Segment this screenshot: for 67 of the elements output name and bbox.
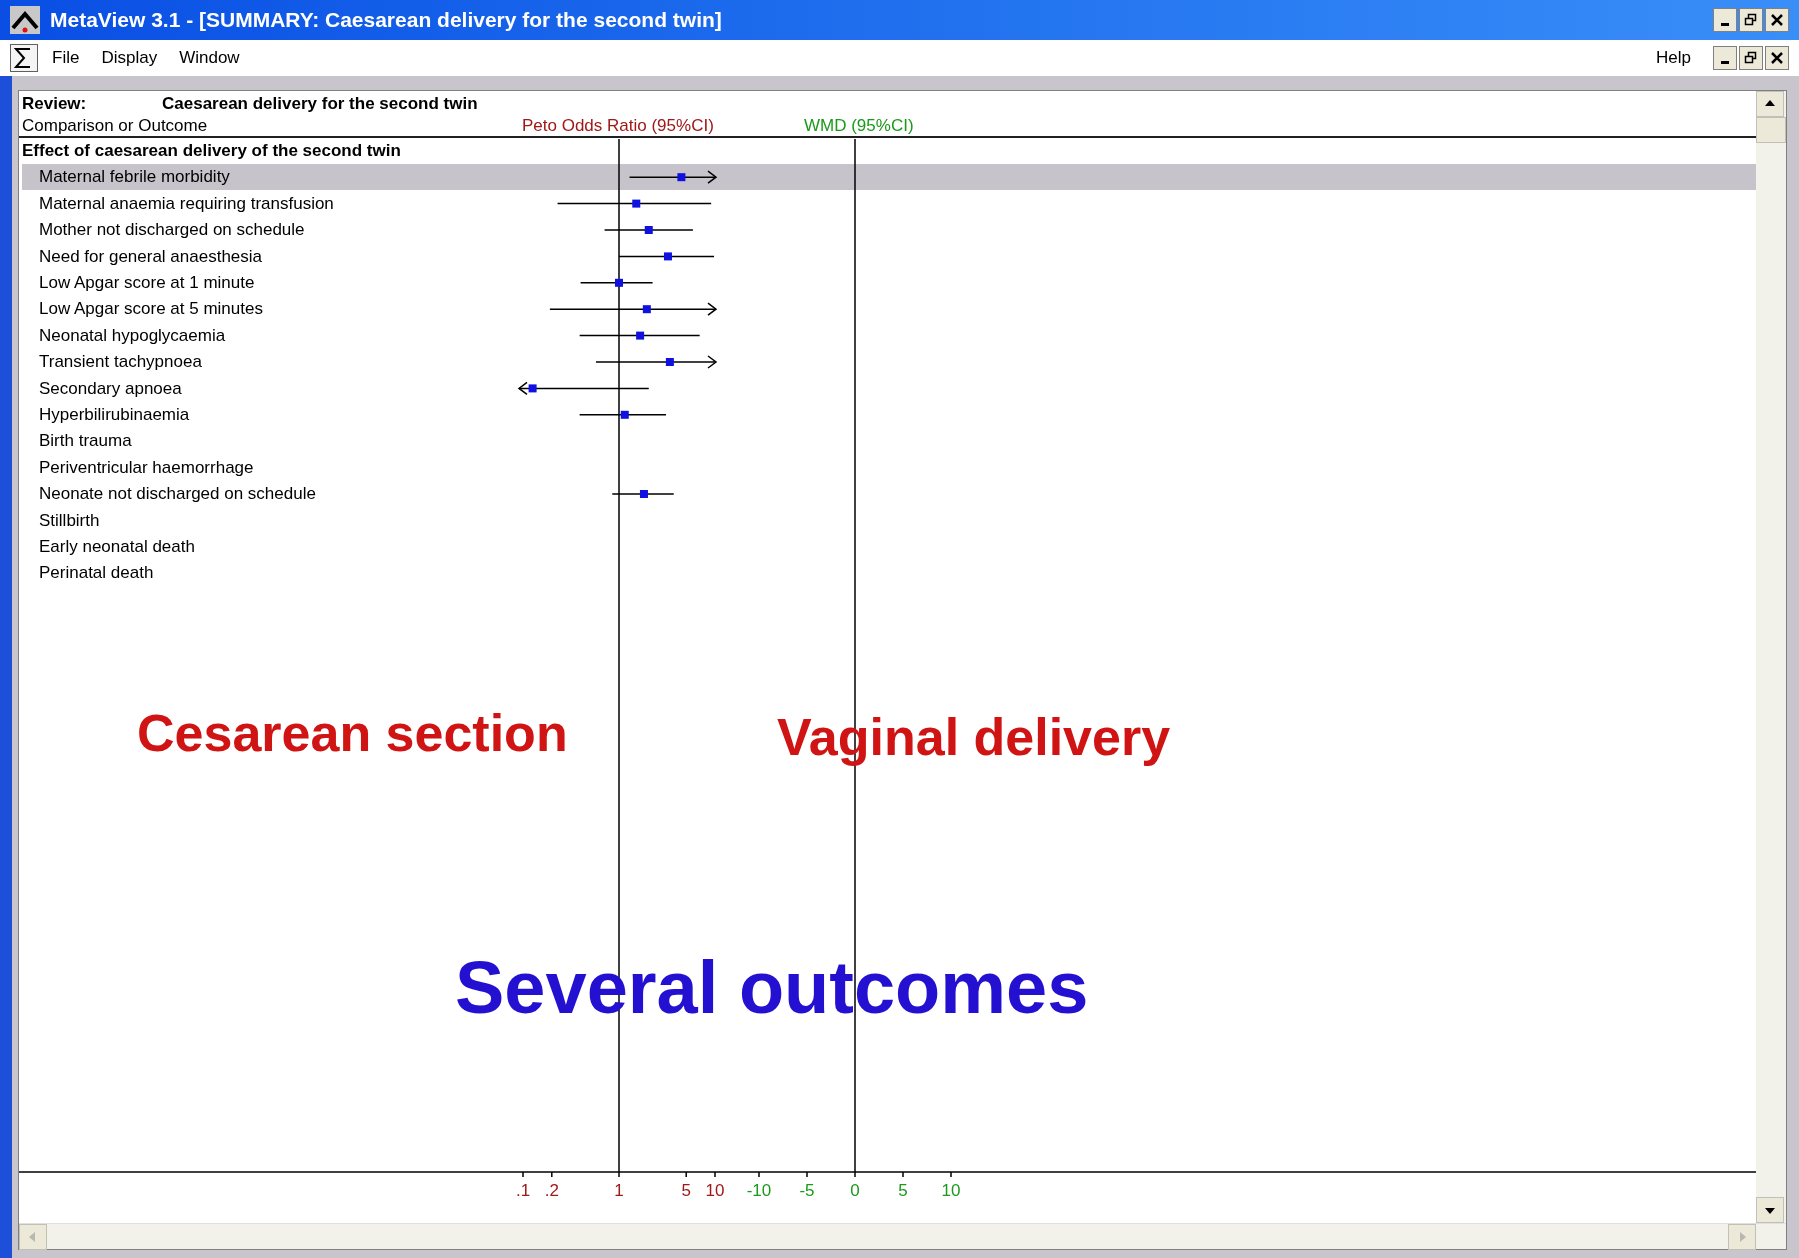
point-estimate-marker <box>665 358 674 366</box>
outcome-row[interactable]: Stillbirth <box>22 507 1756 534</box>
outcome-row[interactable]: Birth trauma <box>22 427 1756 455</box>
vertical-scrollbar[interactable] <box>1756 91 1786 1223</box>
outcome-row[interactable]: Perinatal death <box>22 559 1756 587</box>
menu-item[interactable]: File <box>44 45 88 71</box>
outcome-row[interactable]: Secondary apnoea <box>22 375 1756 402</box>
point-estimate-marker <box>663 252 672 261</box>
point-estimate-marker <box>642 305 651 314</box>
point-estimate-marker <box>677 173 686 182</box>
close-icon <box>1770 51 1784 65</box>
tick-label: .2 <box>544 1181 559 1200</box>
restore-button[interactable] <box>1739 46 1763 70</box>
point-estimate-marker <box>644 226 653 234</box>
outcome-row[interactable]: Need for general anaesthesia <box>22 243 1756 270</box>
menu-item[interactable]: Window <box>171 45 248 71</box>
minimize-button[interactable] <box>1713 46 1737 70</box>
outcome-row[interactable]: Low Apgar score at 1 minute <box>22 269 1756 296</box>
tick-label: 1 <box>614 1181 624 1200</box>
tick-label: 10 <box>941 1181 961 1200</box>
annotation-text: Cesarean section <box>137 707 568 759</box>
point-estimate-marker <box>528 384 537 393</box>
sigma-icon[interactable] <box>10 44 38 72</box>
point-estimate-marker <box>615 278 623 287</box>
window-title: MetaView 3.1 - [SUMMARY: Caesarean delivery for the second twin] <box>50 7 723 34</box>
menu-item[interactable]: Display <box>93 45 166 71</box>
tick-label: 5 <box>898 1181 908 1200</box>
minimize-button[interactable] <box>1713 8 1737 32</box>
help-menu[interactable]: Help <box>1648 45 1699 71</box>
tick-label: 5 <box>681 1181 691 1200</box>
review-title: Caesarean delivery for the second twin <box>162 93 478 116</box>
column-header: WMD (95%CI) <box>804 114 914 137</box>
point-estimate-marker <box>632 199 641 208</box>
outcome-row[interactable]: Hyperbilirubinaemia <box>22 401 1756 428</box>
point-estimate-marker <box>639 490 648 498</box>
restore-icon <box>1744 13 1758 27</box>
outcome-row[interactable]: Neonatal hypoglycaemia <box>22 322 1756 349</box>
minimize-icon <box>1721 22 1729 26</box>
point-estimate-marker <box>620 410 629 419</box>
close-button[interactable] <box>1765 46 1789 70</box>
tick-label: 0 <box>850 1181 860 1200</box>
outcome-row[interactable]: Maternal anaemia requiring transfusion <box>22 190 1756 217</box>
tick-label: -10 <box>746 1181 772 1200</box>
close-button[interactable] <box>1765 8 1789 32</box>
tick-label: 10 <box>705 1181 725 1200</box>
app-logo-icon <box>10 6 40 34</box>
close-icon <box>1770 13 1784 27</box>
tick-label: -5 <box>799 1181 815 1200</box>
outcome-row[interactable]: Transient tachypnoea <box>22 348 1756 376</box>
review-label: Review: <box>22 93 88 116</box>
point-estimate-marker <box>636 331 645 340</box>
tick-label: .1 <box>515 1181 531 1200</box>
restore-icon <box>1744 51 1758 65</box>
outcome-row[interactable]: Early neonatal death <box>22 533 1756 560</box>
column-header: Peto Odds Ratio (95%CI) <box>522 114 715 137</box>
scroll-down-button[interactable] <box>1756 1197 1784 1223</box>
outcome-row[interactable]: Mother not discharged on schedule <box>22 216 1756 244</box>
outcome-row[interactable]: Low Apgar score at 5 minutes <box>22 295 1756 323</box>
outcome-row[interactable]: Periventricular haemorrhage <box>22 454 1756 481</box>
outcome-row[interactable]: Maternal febrile morbidity <box>22 164 1756 191</box>
scroll-thumb[interactable] <box>1756 117 1786 143</box>
minimize-icon <box>1721 60 1729 64</box>
outcome-row[interactable]: Neonate not discharged on schedule <box>22 480 1756 508</box>
restore-button[interactable] <box>1739 8 1763 32</box>
scroll-up-button[interactable] <box>1756 91 1784 117</box>
column-header: Comparison or Outcome <box>22 114 209 137</box>
group-heading: Effect of caesarean delivery of the second twin <box>22 140 401 163</box>
